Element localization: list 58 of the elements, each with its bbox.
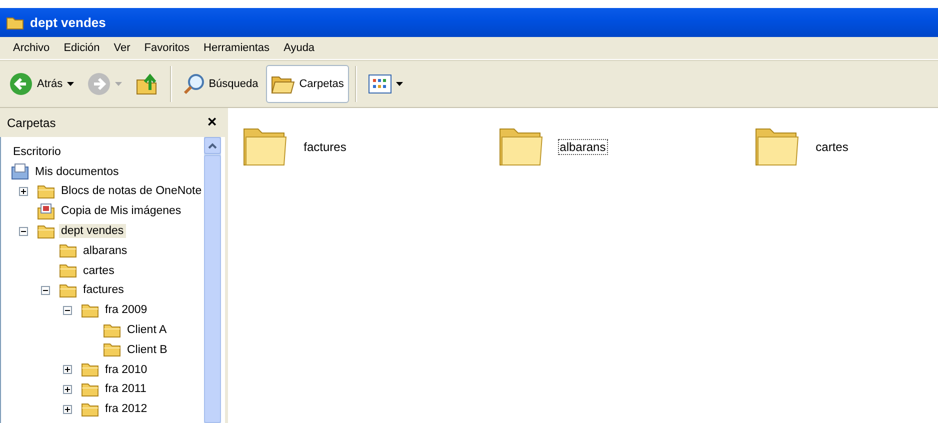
tree-item[interactable]: dept vendes [59,224,126,238]
tree-item[interactable]: fra 2012 [103,402,150,416]
window-title: dept vendes [30,15,106,30]
folder-icon [37,224,55,239]
tree-item[interactable]: Escritorio [11,144,63,159]
caret-icon [396,82,403,86]
tree-item[interactable]: fra 2010 [103,362,150,377]
tree-item[interactable]: Blocs de notas de OneNote [59,184,204,198]
folders-button[interactable]: Carpetas [266,65,349,103]
folder-up-icon [134,72,159,96]
folder-icon [37,184,55,199]
folder-icon [81,362,99,378]
expander-toggle[interactable] [18,186,28,196]
caret-icon [66,82,74,86]
menu-item[interactable]: Favoritos [137,42,197,54]
tree-item[interactable]: cartes [81,264,116,278]
menu-item[interactable]: Ver [106,42,138,54]
folder-icon [103,322,121,338]
expander-toggle[interactable] [62,365,72,374]
chevron-up-icon [208,142,217,148]
views-icon [368,74,392,94]
folder-name[interactable]: factures [302,139,348,155]
tree-item[interactable]: Mis documentos [33,164,121,179]
tree-item[interactable]: fra 2011 [103,382,148,396]
menu-item[interactable]: Ayuda [276,42,322,54]
folder-icon [59,243,77,258]
tree-item[interactable]: albarans [81,244,130,258]
close-button[interactable]: × [205,114,219,130]
folder-icon [81,402,99,417]
menu-item[interactable]: Edición [56,42,107,54]
folder-icon [81,382,99,397]
pane-title: Carpetas [7,116,56,130]
tree-item[interactable]: fra 2009 [103,303,150,318]
menu-item[interactable]: Archivo [6,42,57,54]
expander-toggle[interactable] [62,404,72,414]
tree-item[interactable]: Client A [125,323,169,338]
scroll-up-button[interactable] [204,137,221,154]
folder-icon [81,302,99,318]
expander-toggle[interactable] [62,384,72,394]
expander-toggle[interactable] [18,226,28,236]
search-button[interactable]: Búsqueda [178,65,264,103]
folder-icon [59,263,77,278]
folder-name[interactable]: albarans [558,139,608,155]
search-icon [182,73,205,95]
tree-item[interactable]: factures [81,283,126,298]
caret-icon [114,82,122,86]
documents-icon [11,163,29,180]
expander-toggle[interactable] [40,286,50,295]
tree-item[interactable]: Copia de Mis imágenes [59,204,184,218]
expander-toggle[interactable] [62,306,72,315]
folder-icon [59,282,77,298]
folder-icon [6,16,24,30]
tree-item[interactable]: Client B [125,342,170,357]
pictures-icon [37,202,55,220]
menu-item[interactable]: Herramientas [196,42,277,54]
back-button[interactable]: Atrás [4,65,79,103]
folder-icon [103,342,121,358]
folder-name[interactable]: cartes [814,139,850,155]
